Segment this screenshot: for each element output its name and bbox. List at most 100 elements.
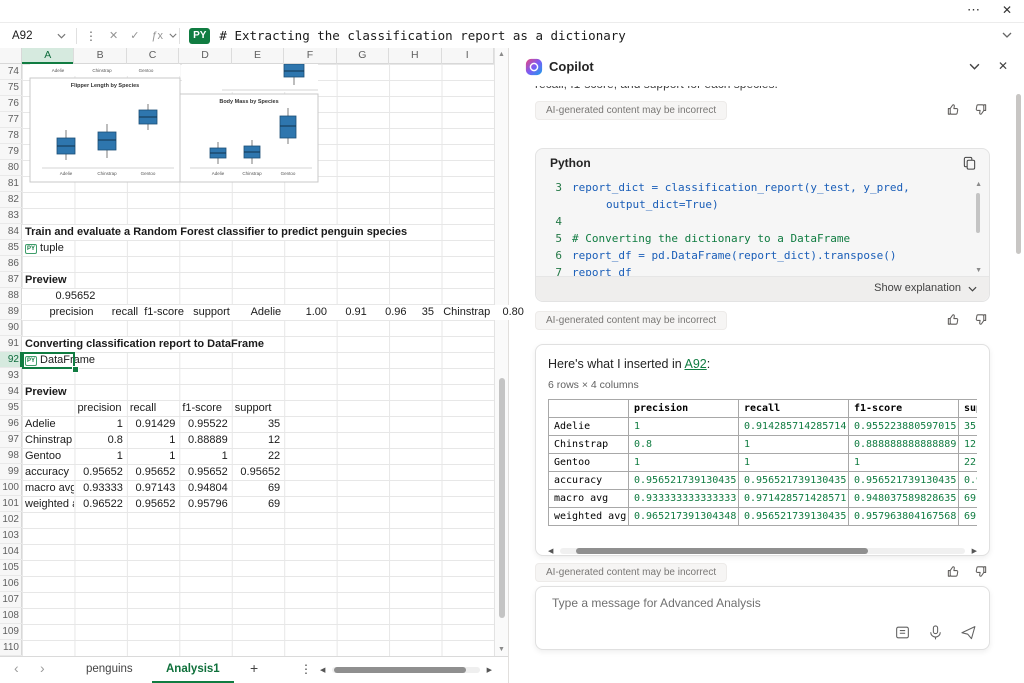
grid-vertical-scrollbar[interactable]: ▲ ▼ [494,48,508,656]
scroll-up-icon[interactable]: ▲ [975,181,982,188]
cell-D99[interactable]: 0.95652 [179,465,231,480]
scrollbar-track[interactable] [560,548,965,554]
scroll-left-icon[interactable]: ◀ [548,547,553,555]
cell-A89[interactable]: precision recall f1-score support Adelie… [22,305,527,320]
cell-A97[interactable]: Chinstrap [22,433,74,448]
row-header-78[interactable]: 78 [0,128,22,144]
scroll-right-icon[interactable]: ▶ [487,666,492,674]
cell-B100[interactable]: 0.93333 [74,481,126,496]
row-header-104[interactable]: 104 [0,544,22,560]
sheet-tab-penguins[interactable]: penguins [72,657,147,683]
cell-B99[interactable]: 0.95652 [74,465,126,480]
send-icon[interactable] [960,624,977,641]
expand-formula-bar-icon[interactable] [1002,32,1012,38]
thumbs-down-icon[interactable] [973,102,988,117]
row-header-82[interactable]: 82 [0,192,22,208]
cell-A91[interactable]: Converting classification report to Data… [22,337,267,352]
cell-C97[interactable]: 1 [127,433,179,448]
row-header-84[interactable]: 84 [0,224,22,240]
cell-A87[interactable]: Preview [22,273,74,288]
message-input[interactable] [550,595,975,611]
boxplot-fragment-left[interactable]: Adelie Chinstrap Gentoo [30,64,180,76]
fill-handle[interactable] [72,366,79,373]
cell-A92[interactable]: PYDataFrame [22,353,98,368]
row-header-109[interactable]: 109 [0,624,22,640]
scrollbar-thumb[interactable] [334,667,466,673]
row-header-95[interactable]: 95 [0,400,22,416]
cell-D100[interactable]: 0.94804 [179,481,231,496]
cancel-entry-icon[interactable]: ✕ [109,29,118,42]
scrollbar-thumb[interactable] [576,548,868,554]
cell-D95[interactable]: f1-score [179,401,231,416]
panel-close-icon[interactable]: ✕ [998,59,1008,73]
cell-E101[interactable]: 69 [232,497,284,512]
scrollbar-track[interactable] [332,667,480,673]
scrollbar-thumb[interactable] [499,378,505,618]
cell-A101[interactable]: weighted avg [22,497,74,512]
cell-E96[interactable]: 35 [232,417,284,432]
scroll-down-icon[interactable]: ▼ [498,646,505,653]
row-header-77[interactable]: 77 [0,112,22,128]
formula-menu-icon[interactable]: ⋮ [85,29,97,43]
row-header-87[interactable]: 87 [0,272,22,288]
column-header-C[interactable]: C [127,48,179,64]
cell-B101[interactable]: 0.96522 [74,497,126,512]
column-header-F[interactable]: F [284,48,336,64]
sheet-list-menu-icon[interactable]: ⋮ [300,662,312,676]
sheet-tab-analysis1[interactable]: Analysis1 [152,657,234,683]
cell-C98[interactable]: 1 [127,449,179,464]
cell-C101[interactable]: 0.95652 [127,497,179,512]
prev-sheet-icon[interactable]: ‹ [14,660,19,676]
row-header-96[interactable]: 96 [0,416,22,432]
row-header-105[interactable]: 105 [0,560,22,576]
column-header-D[interactable]: D [179,48,231,64]
prompt-guide-icon[interactable] [894,624,911,641]
row-header-88[interactable]: 88 [0,288,22,304]
row-header-102[interactable]: 102 [0,512,22,528]
table-horizontal-scrollbar[interactable]: ◀ ▶ [548,546,977,556]
code-lines[interactable]: 3report_dict = classification_report(y_t… [548,179,963,281]
thumbs-down-icon[interactable] [973,312,988,327]
column-header-A[interactable]: A [22,48,74,64]
next-sheet-icon[interactable]: › [40,660,45,676]
cell-D97[interactable]: 0.88889 [179,433,231,448]
chevron-down-icon[interactable] [169,33,177,38]
cell-C99[interactable]: 0.95652 [127,465,179,480]
row-header-80[interactable]: 80 [0,160,22,176]
row-header-106[interactable]: 106 [0,576,22,592]
row-header-91[interactable]: 91 [0,336,22,352]
row-header-74[interactable]: 74 [0,64,22,80]
row-header-101[interactable]: 101 [0,496,22,512]
column-header-I[interactable]: I [442,48,494,64]
cell-D98[interactable]: 1 [179,449,231,464]
cell-B96[interactable]: 1 [74,417,126,432]
row-header-103[interactable]: 103 [0,528,22,544]
cell-B97[interactable]: 0.8 [74,433,126,448]
row-header-85[interactable]: 85 [0,240,22,256]
row-header-97[interactable]: 97 [0,432,22,448]
cell-A84[interactable]: Train and evaluate a Random Forest class… [22,225,410,240]
cell-C100[interactable]: 0.97143 [127,481,179,496]
microphone-icon[interactable] [927,624,944,641]
add-sheet-button[interactable]: + [250,660,258,676]
cell-B98[interactable]: 1 [74,449,126,464]
scroll-down-icon[interactable]: ▼ [975,267,982,274]
cell-A94[interactable]: Preview [22,385,74,400]
row-header-81[interactable]: 81 [0,176,22,192]
panel-scrollbar[interactable] [1016,94,1021,254]
row-header-76[interactable]: 76 [0,96,22,112]
cell-E100[interactable]: 69 [232,481,284,496]
row-header-89[interactable]: 89 [0,304,22,320]
row-header-98[interactable]: 98 [0,448,22,464]
row-header-108[interactable]: 108 [0,608,22,624]
row-header-100[interactable]: 100 [0,480,22,496]
thumbs-down-icon[interactable] [973,564,988,579]
cell-D101[interactable]: 0.95796 [179,497,231,512]
boxplot-chart-flipper-length[interactable]: Flipper Length by Species Adelie Chinstr… [30,78,180,182]
column-header-B[interactable]: B [74,48,126,64]
cells-layer[interactable]: Adelie Chinstrap Gentoo Flipper Length b… [22,64,494,656]
column-header-H[interactable]: H [389,48,441,64]
cell-E95[interactable]: support [232,401,284,416]
column-header-G[interactable]: G [337,48,389,64]
row-header-86[interactable]: 86 [0,256,22,272]
